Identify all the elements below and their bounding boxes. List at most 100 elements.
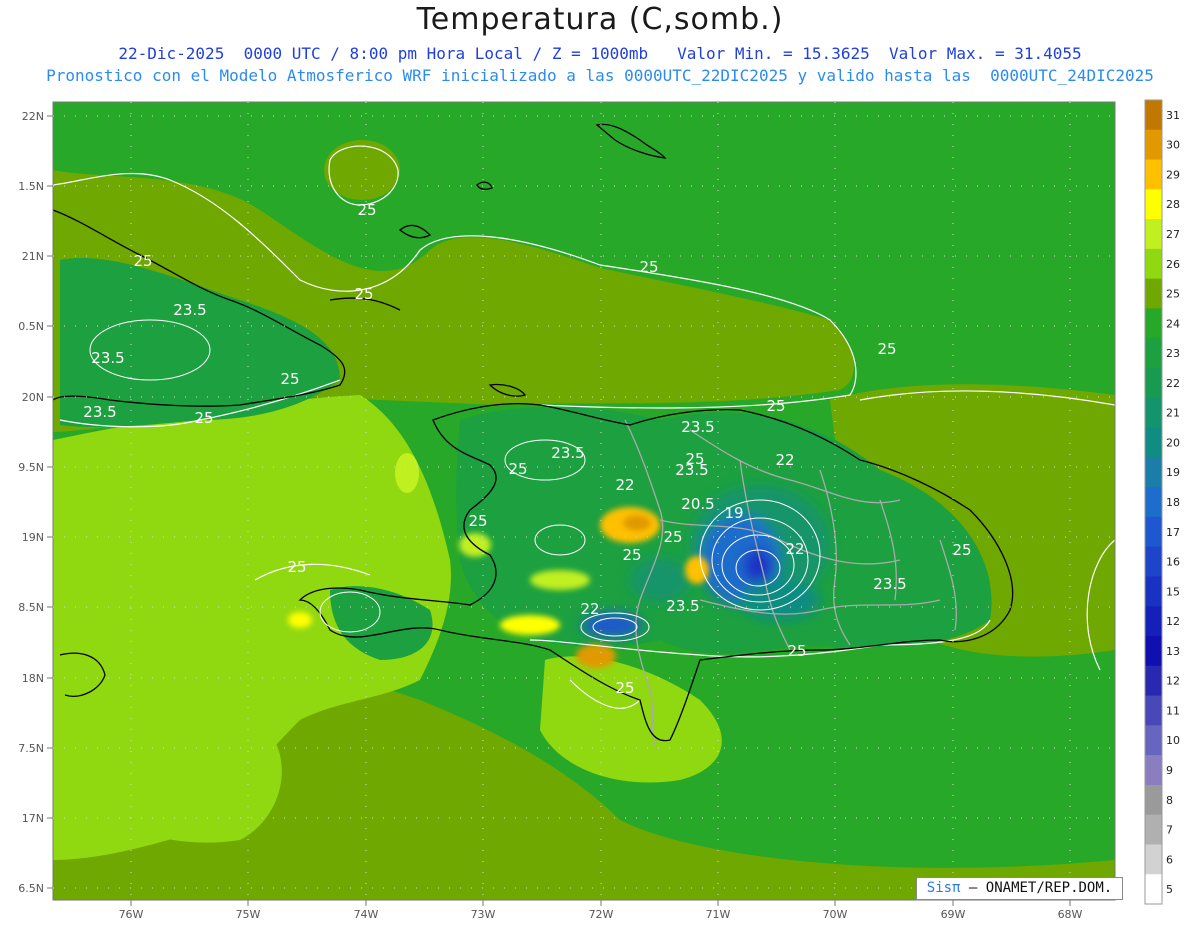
colorbar-swatch bbox=[1145, 606, 1162, 637]
colorbar-label: 26 bbox=[1166, 258, 1180, 271]
colorbar-label: 15 bbox=[1166, 585, 1180, 598]
contour-label: 25 bbox=[663, 528, 682, 546]
contour-label: 25 bbox=[615, 679, 634, 697]
colorbar-swatch bbox=[1145, 219, 1162, 250]
colorbar-swatch bbox=[1145, 636, 1162, 667]
lon-tick-label: 75W bbox=[236, 908, 261, 921]
lon-tick-label: 76W bbox=[119, 908, 144, 921]
colorbar-swatch bbox=[1145, 546, 1162, 577]
colorbar-swatch bbox=[1145, 338, 1162, 369]
colorbar-swatch bbox=[1145, 576, 1162, 607]
colorbar-swatch bbox=[1145, 457, 1162, 488]
colorbar-label: 7 bbox=[1166, 824, 1173, 837]
lat-tick-label: 7.5N bbox=[18, 742, 44, 755]
contour-label: 23.5 bbox=[551, 444, 584, 462]
contour-label: 23.5 bbox=[83, 403, 116, 421]
contour-label: 25 bbox=[622, 546, 641, 564]
lat-tick-label: 9.5N bbox=[18, 461, 44, 474]
colorbar-label: 8 bbox=[1166, 794, 1173, 807]
lat-tick-label: 1.5N bbox=[18, 180, 44, 193]
contour-label: 23.5 bbox=[675, 461, 708, 479]
colorbar-label: 10 bbox=[1166, 734, 1180, 747]
colorbar-label: 11 bbox=[1166, 704, 1180, 717]
lon-tick-label: 69W bbox=[941, 908, 966, 921]
colorbar-label: 20 bbox=[1166, 436, 1180, 449]
colorbar-label: 27 bbox=[1166, 228, 1180, 241]
colorbar-swatch bbox=[1145, 368, 1162, 399]
contour-label: 19 bbox=[724, 504, 743, 522]
colorbar-label: 25 bbox=[1166, 288, 1180, 301]
contour-label: 25 bbox=[287, 558, 306, 576]
lat-tick-label: 6.5N bbox=[18, 882, 44, 895]
contour-label: 25 bbox=[357, 201, 376, 219]
colorbar-label: 12 bbox=[1166, 675, 1180, 688]
latitude-axis: 22N 1.5N 21N 0.5N 20N 9.5N 19N 8.5N 18N 7.5N 17N 6.… bbox=[18, 110, 53, 895]
onamet-credit-text: – ONAMET/REP.DOM. bbox=[968, 880, 1113, 896]
colorbar-label: 31 bbox=[1166, 109, 1180, 122]
lat-tick-label: 21N bbox=[22, 250, 44, 263]
colorbar-label: 5 bbox=[1166, 883, 1173, 896]
colorbar-label: 28 bbox=[1166, 198, 1180, 211]
colorbar-swatch bbox=[1145, 397, 1162, 429]
lon-tick-label: 72W bbox=[589, 908, 614, 921]
colorbar-label: 23 bbox=[1166, 347, 1180, 360]
colorbar-label: 29 bbox=[1166, 168, 1180, 181]
contour-label: 25 bbox=[787, 642, 806, 660]
colorbar-swatch bbox=[1145, 189, 1162, 220]
lon-tick-label: 73W bbox=[471, 908, 496, 921]
colorbar-label: 6 bbox=[1166, 853, 1173, 866]
colorbar-label: 13 bbox=[1166, 645, 1180, 658]
colorbar-swatch bbox=[1145, 100, 1162, 131]
lat-tick-label: 8.5N bbox=[18, 601, 44, 614]
contour-label: 25 bbox=[468, 512, 487, 530]
colorbar-label: 24 bbox=[1166, 317, 1180, 330]
lat-tick-label: 0.5N bbox=[18, 320, 44, 333]
colorbar-label: 16 bbox=[1166, 556, 1180, 569]
longitude-axis: 76W 75W 74W 73W 72W 71W 70W 69W 68W bbox=[119, 900, 1083, 921]
colorbar-swatch bbox=[1145, 129, 1162, 161]
colorbar-label: 30 bbox=[1166, 139, 1180, 152]
contour-label: 23.5 bbox=[91, 349, 124, 367]
shaded-field bbox=[53, 102, 1115, 900]
contour-label: 23.5 bbox=[666, 597, 699, 615]
contour-label: 25 bbox=[508, 460, 527, 478]
lon-tick-label: 74W bbox=[354, 908, 379, 921]
contour-label: 25 bbox=[280, 370, 299, 388]
colorbar-swatch bbox=[1145, 695, 1162, 726]
contour-label: 25 bbox=[952, 541, 971, 559]
colorbar-label: 12 bbox=[1166, 615, 1180, 628]
contour-label: 20.5 bbox=[681, 495, 714, 513]
lat-tick-label: 19N bbox=[22, 531, 44, 544]
contour-label: 22 bbox=[785, 540, 804, 558]
field-27-spot bbox=[395, 453, 419, 493]
colorbar-label: 18 bbox=[1166, 496, 1180, 509]
contour-label: 25 bbox=[194, 409, 213, 427]
contour-label: 25 bbox=[766, 397, 785, 415]
colorbar-label: 21 bbox=[1166, 407, 1180, 420]
colorbar-swatch bbox=[1145, 278, 1162, 309]
colorbar-swatch bbox=[1145, 487, 1162, 518]
contour-label: 25 bbox=[877, 340, 896, 358]
temperature-map: 25 25 25 25 25 23.5 23.5 23.5 25 25 25 23.5 25 23.5 25… bbox=[18, 99, 1180, 921]
lat-tick-label: 18N bbox=[22, 672, 44, 685]
sispi-onamet-credit: Sisπ – ONAMET/REP.DOM. bbox=[916, 877, 1123, 900]
colorbar-swatch bbox=[1145, 814, 1162, 845]
colorbar-swatch bbox=[1145, 427, 1162, 458]
contour-label: 22 bbox=[615, 476, 634, 494]
lat-tick-label: 20N bbox=[22, 391, 44, 404]
sispi-logo: Sisπ bbox=[926, 880, 961, 896]
colorbar-swatch bbox=[1145, 755, 1162, 786]
contour-label: 25 bbox=[354, 285, 373, 303]
colorbar-swatch bbox=[1145, 725, 1162, 756]
colorbar-swatch bbox=[1145, 665, 1162, 697]
colorbar-label: 17 bbox=[1166, 526, 1180, 539]
colorbar-swatch bbox=[1145, 844, 1162, 875]
contour-label: 25 bbox=[133, 252, 152, 270]
colorbar-swatch bbox=[1145, 308, 1162, 339]
contour-label: 22 bbox=[580, 600, 599, 618]
colorbar-swatch bbox=[1145, 159, 1162, 190]
lat-tick-label: 17N bbox=[22, 812, 44, 825]
lat-tick-label: 22N bbox=[22, 110, 44, 123]
contour-label: 25 bbox=[639, 258, 658, 276]
colorbar: 31 30 29 28 27 26 25 24 23 22 21 20 19 18 17 16 15 12 13 12… bbox=[1144, 99, 1180, 905]
